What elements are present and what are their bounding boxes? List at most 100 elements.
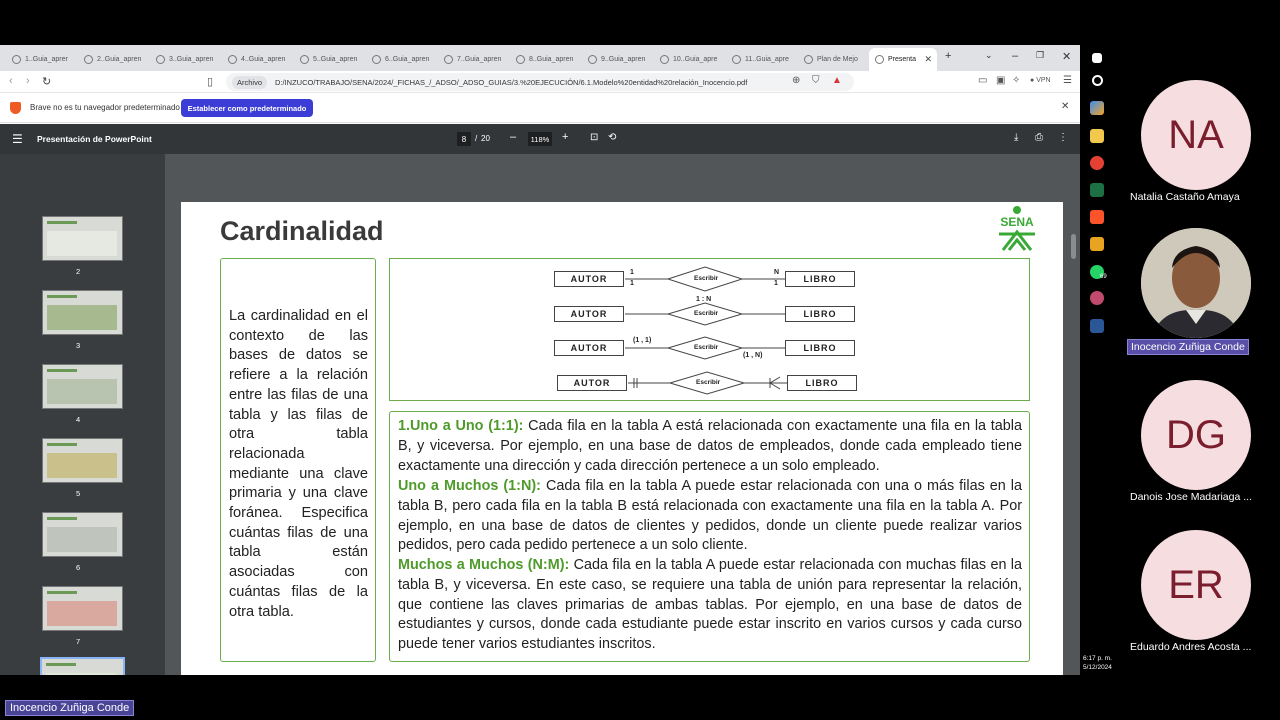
browser-tab[interactable]: 4..Guia_apren — [222, 48, 294, 71]
more-options-icon[interactable]: ⋮ — [1058, 132, 1068, 143]
entity-autor: AUTOR — [554, 340, 624, 356]
cardinality-label: (1 , N) — [743, 352, 763, 359]
copilot-icon[interactable] — [1090, 101, 1104, 115]
participant-video — [1141, 228, 1251, 338]
browser-tab[interactable]: 6..Guia_apren — [366, 48, 438, 71]
restore-button[interactable]: ❐ — [1036, 50, 1044, 61]
globe-icon — [875, 55, 884, 64]
entity-libro: LIBRO — [785, 340, 855, 356]
thumbnail-number: 2 — [76, 267, 81, 276]
fit-page-icon[interactable]: ⊡ — [590, 132, 598, 143]
page-thumbnail[interactable] — [42, 290, 123, 335]
browser-tab[interactable]: 8..Guia_apren — [510, 48, 582, 71]
download-icon[interactable]: ⤓ — [1014, 132, 1018, 143]
new-tab-button[interactable]: + — [945, 50, 951, 62]
entity-libro: LIBRO — [787, 375, 857, 391]
zoom-level-input[interactable]: 118% — [528, 132, 552, 146]
back-icon[interactable]: ‹ — [9, 75, 13, 87]
forward-icon[interactable]: › — [26, 75, 30, 87]
page-thumbnail-active[interactable] — [40, 657, 125, 675]
globe-icon — [588, 55, 597, 64]
browser-tab[interactable]: 9..Guia_apren — [582, 48, 654, 71]
extensions-icon[interactable]: ✧ — [1012, 75, 1020, 86]
page-thumbnail[interactable] — [42, 364, 123, 409]
url-field[interactable]: Archivo D:/INZUCO/TRABAJO/SENA/2024/_FIC… — [226, 73, 854, 91]
participant-avatar: DG — [1141, 380, 1251, 490]
pdf-viewport[interactable]: Cardinalidad SENA La cardinalidad en el … — [165, 154, 1080, 675]
browser-tab[interactable]: 11..Guia_apre — [726, 48, 798, 71]
participant-avatar: NA — [1141, 80, 1251, 190]
page-thumbnail[interactable] — [42, 216, 123, 261]
globe-icon — [156, 55, 165, 64]
close-window-button[interactable]: ✕ — [1062, 50, 1071, 63]
page-thumbnail[interactable] — [42, 512, 123, 557]
tab-search-button[interactable]: ⌄ — [985, 50, 993, 61]
browser-tab[interactable]: 5..Guia_apren — [294, 48, 366, 71]
globe-icon — [228, 55, 237, 64]
taskbar: 69 — [1080, 45, 1117, 675]
definition-box: La cardinalidad en el contexto de las ba… — [220, 258, 376, 662]
page-number-input[interactable]: 8 — [457, 132, 471, 146]
cardinality-label: N — [774, 269, 780, 276]
globe-icon — [732, 55, 741, 64]
excel-icon[interactable] — [1090, 183, 1104, 197]
close-infobar-icon[interactable]: ✕ — [1061, 101, 1069, 112]
zoom-in-button[interactable]: + — [562, 131, 568, 143]
relation-label: Escribir — [694, 344, 719, 351]
pdf-title: Presentación de PowerPoint — [37, 134, 152, 144]
participant-avatar: ER — [1141, 530, 1251, 640]
zoom-out-button[interactable]: – — [510, 131, 516, 143]
globe-icon — [372, 55, 381, 64]
relation-label: Escribir — [694, 310, 719, 317]
browser-tab[interactable]: 7..Guia_apren — [438, 48, 510, 71]
sublime-icon[interactable] — [1090, 237, 1104, 251]
bookmark-icon[interactable]: ▯ — [207, 75, 213, 88]
thumbnail-number: 3 — [76, 341, 81, 350]
browser-window: 1..Guia_aprer 2..Guia_apren 3..Guia_apre… — [0, 45, 1080, 675]
slide-title: Cardinalidad — [220, 216, 384, 246]
browser-tab[interactable]: 2..Guia_apren — [78, 48, 150, 71]
browser-tab[interactable]: 10..Guia_apre — [654, 48, 726, 71]
system-clock: 6:17 p. m. 5/12/2024 — [1083, 655, 1112, 671]
relation-label: Escribir — [694, 275, 719, 282]
hamburger-menu-icon[interactable]: ☰ — [12, 132, 23, 146]
zoom-icon[interactable]: ⊕ — [792, 75, 800, 86]
globe-icon — [516, 55, 525, 64]
cardinality-label: 1 — [630, 269, 634, 276]
search-icon[interactable] — [1092, 75, 1103, 86]
menu-icon[interactable]: ☰ — [1063, 75, 1072, 86]
set-default-button[interactable]: Establecer como predeterminado — [181, 99, 313, 117]
page-thumbnail[interactable] — [42, 438, 123, 483]
participant-name: Eduardo Andres Acosta ... — [1130, 641, 1252, 653]
close-tab-icon[interactable]: ✕ — [924, 54, 932, 65]
wallet-icon[interactable]: ▣ — [996, 75, 1005, 86]
browser-tab[interactable]: 3..Guia_apren — [150, 48, 222, 71]
windows-start-icon[interactable] — [1092, 53, 1102, 63]
print-icon[interactable]: ⎙ — [1035, 132, 1043, 143]
entity-autor: AUTOR — [557, 375, 627, 391]
page-thumbnail[interactable] — [42, 586, 123, 631]
file-explorer-icon[interactable] — [1090, 129, 1104, 143]
scrollbar-thumb[interactable] — [1071, 234, 1076, 259]
minimize-button[interactable]: – — [1012, 50, 1018, 62]
chrome-icon[interactable] — [1090, 156, 1104, 170]
rewards-icon[interactable]: ▲ — [832, 75, 842, 86]
browser-tab[interactable]: 1..Guia_aprer — [6, 48, 78, 71]
vpn-button[interactable]: ● VPN — [1030, 77, 1051, 84]
cardinality-types-box: 1.Uno a Uno (1:1): Cada fila en la tabla… — [389, 411, 1030, 662]
cardinality-label: 1 — [774, 280, 778, 287]
brave-shield-icon[interactable]: ⛉ — [812, 75, 820, 86]
sidebar-toggle-icon[interactable]: ▭ — [978, 75, 987, 86]
browser-tab-active[interactable]: Presenta ✕ — [869, 48, 937, 71]
word-icon[interactable] — [1090, 319, 1104, 333]
thumbnail-number: 6 — [76, 563, 81, 572]
reload-icon[interactable]: ↻ — [42, 75, 51, 88]
app-icon[interactable] — [1090, 291, 1104, 305]
browser-tab[interactable]: Plan de Mejo — [798, 48, 870, 71]
notification-badge: 69 — [1100, 274, 1107, 280]
participant-name-active-speaker: Inocencio Zuñiga Conde — [1127, 339, 1249, 355]
rotate-icon[interactable]: ⟲ — [608, 132, 616, 143]
file-scheme-badge: Archivo — [232, 75, 268, 89]
brave-icon[interactable] — [1090, 210, 1104, 224]
sena-logo: SENA — [999, 206, 1035, 251]
